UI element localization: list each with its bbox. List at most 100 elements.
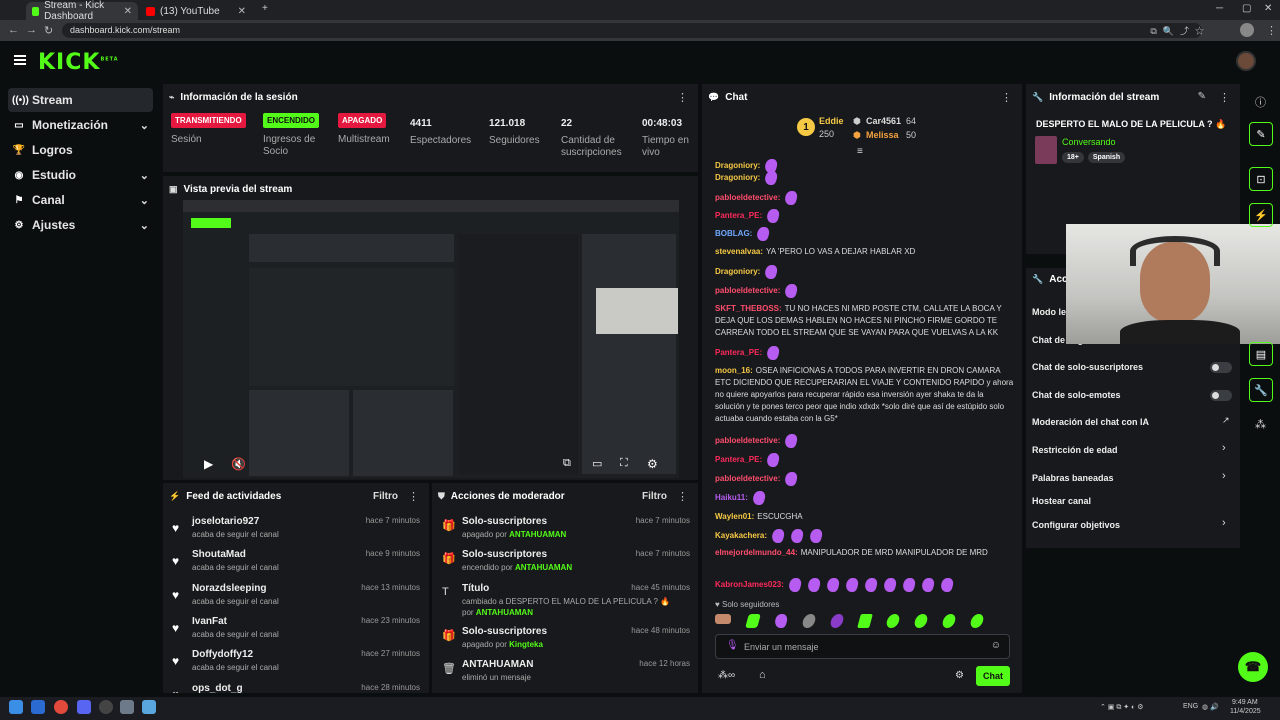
chrome-icon[interactable]: [54, 700, 68, 714]
mod-user[interactable]: ANTAHUAMAN: [476, 608, 533, 617]
sidebar-item-ajustes[interactable]: ⚙ Ajustes ⌄: [8, 213, 153, 237]
follower-name[interactable]: ops_dot_g: [192, 683, 243, 693]
telegram-icon[interactable]: [31, 700, 45, 714]
app-icon[interactable]: [120, 700, 134, 714]
filter-button[interactable]: Filtro: [642, 491, 667, 502]
infinity-icon[interactable]: ⁂∞: [718, 670, 735, 681]
reload-icon[interactable]: ↻: [44, 24, 53, 37]
chat-username[interactable]: pabloeldetective:: [715, 436, 780, 445]
kick-logo[interactable]: KICKBETA: [38, 50, 119, 75]
follower-name[interactable]: IvanFat: [192, 616, 227, 627]
maximize-icon[interactable]: ▢: [1242, 3, 1251, 14]
stream-video[interactable]: [183, 200, 679, 478]
chat-username[interactable]: SKFT_THEBOSS:: [715, 304, 782, 313]
settings-icon[interactable]: ⚙: [647, 457, 658, 471]
external-link-icon[interactable]: ↗: [1222, 415, 1230, 426]
chat-username[interactable]: pabloeldetective:: [715, 193, 780, 202]
chat-username[interactable]: Dragoniory:: [715, 267, 760, 276]
support-chat-button[interactable]: ☎: [1238, 652, 1268, 682]
capture-rail-button[interactable]: ⊡: [1249, 167, 1273, 191]
emotes-only-toggle[interactable]: [1210, 390, 1232, 401]
subscribers-only-row[interactable]: Chat de solo-suscriptores: [1032, 362, 1143, 372]
obs-icon[interactable]: [99, 700, 113, 714]
follower-name[interactable]: Norazdsleeping: [192, 583, 266, 594]
browser-profile-icon[interactable]: [1240, 23, 1254, 37]
close-icon[interactable]: ✕: [124, 6, 132, 17]
chat-input[interactable]: [744, 640, 984, 654]
top-gifter-name[interactable]: Eddie: [819, 116, 844, 126]
edit-rail-button[interactable]: ✎: [1249, 122, 1273, 146]
mod-user[interactable]: ANTAHUAMAN: [515, 563, 572, 572]
kebab-menu-icon[interactable]: ⋮: [1219, 91, 1230, 104]
clock-time[interactable]: 9:49 AM: [1232, 699, 1258, 706]
tab-youtube[interactable]: (13) YouTube ✕: [140, 2, 252, 20]
host-channel-row[interactable]: Hostear canal: [1032, 496, 1091, 506]
emote-icon[interactable]: [941, 614, 957, 628]
mute-icon[interactable]: 🔇: [231, 457, 246, 471]
chat-username[interactable]: Pantera_PE:: [715, 455, 762, 464]
chat-username[interactable]: Haiku11:: [715, 493, 748, 502]
kebab-menu-icon[interactable]: ⋮: [677, 91, 688, 104]
kebab-menu-icon[interactable]: ⋮: [1001, 91, 1012, 104]
sidebar-item-estudio[interactable]: ◉ Estudio ⌄: [8, 163, 153, 187]
chat-username[interactable]: Dragoniory:: [715, 173, 760, 182]
emoji-icon[interactable]: ☺: [991, 640, 1001, 651]
tag[interactable]: Spanish: [1087, 152, 1126, 163]
emote-icon[interactable]: [913, 614, 929, 628]
close-icon[interactable]: ✕: [238, 6, 246, 17]
info-icon[interactable]: ⓘ: [1255, 94, 1266, 110]
chat-username[interactable]: moon_16:: [715, 366, 753, 375]
chat-username[interactable]: Pantera_PE:: [715, 211, 762, 220]
tab-kick-dashboard[interactable]: Stream - Kick Dashboard ✕: [26, 0, 138, 22]
clock-date[interactable]: 11/4/2025: [1230, 708, 1261, 715]
app-icon[interactable]: [142, 700, 156, 714]
browser-menu-icon[interactable]: ⋮: [1266, 24, 1277, 37]
mod-user[interactable]: ANTAHUAMAN: [509, 530, 566, 539]
filter-button[interactable]: Filtro: [373, 491, 398, 502]
chat-username[interactable]: stevenalvaa:: [715, 247, 763, 256]
chat-settings-icon[interactable]: ⚙: [955, 670, 964, 681]
emote-icon[interactable]: [829, 614, 845, 628]
send-chat-button[interactable]: Chat: [976, 666, 1010, 686]
microphone-icon[interactable]: 🎙: [726, 640, 739, 651]
follower-name[interactable]: Doffydoffy12: [192, 649, 253, 660]
follower-name[interactable]: joselotario927: [192, 516, 259, 527]
chat-username[interactable]: Pantera_PE:: [715, 348, 762, 357]
sidebar-item-monetizacion[interactable]: ▭ Monetización ⌄: [8, 113, 153, 137]
user-avatar[interactable]: [1236, 51, 1256, 71]
sidebar-item-logros[interactable]: 🏆 Logros: [8, 138, 153, 162]
kebab-menu-icon[interactable]: ⋮: [408, 490, 419, 503]
emote-icon[interactable]: [885, 614, 901, 628]
configure-goals-row[interactable]: Configurar objetivos: [1032, 520, 1120, 530]
mod-user[interactable]: Kingteka: [509, 640, 543, 649]
emote-icon[interactable]: [801, 614, 817, 628]
network-icon[interactable]: ◍ 🔊: [1202, 703, 1219, 711]
age-restriction-row[interactable]: Restricción de edad: [1032, 445, 1118, 455]
pip-icon[interactable]: ⧉: [563, 457, 571, 470]
sidebar-item-stream[interactable]: ((•)) Stream: [8, 88, 153, 112]
top-gifter-name[interactable]: Car4561: [866, 116, 901, 126]
layout-rail-button[interactable]: ▤: [1249, 342, 1273, 366]
chat-username[interactable]: pabloeldetective:: [715, 286, 780, 295]
emote-icon[interactable]: [969, 614, 985, 628]
emote-icon[interactable]: [857, 614, 873, 628]
chat-username[interactable]: Kayakachera:: [715, 531, 767, 540]
tag[interactable]: 18+: [1062, 152, 1084, 163]
hamburger-menu-icon[interactable]: [14, 55, 26, 65]
windows-start-icon[interactable]: [9, 700, 23, 714]
system-tray-icons[interactable]: ⌃ ▣ ⧉ ✦ ◐ ⚙: [1100, 703, 1144, 712]
edit-icon[interactable]: ✎: [1198, 91, 1206, 102]
url-field[interactable]: dashboard.kick.com/stream: [62, 23, 1202, 38]
window-close-icon[interactable]: ✕: [1264, 3, 1272, 14]
minimize-icon[interactable]: ─: [1216, 3, 1223, 14]
forward-icon[interactable]: →: [26, 24, 37, 36]
kebab-menu-icon[interactable]: ⋮: [677, 490, 688, 503]
top-gifter-name[interactable]: Melissa: [866, 130, 899, 140]
collapse-icon[interactable]: ≡: [857, 146, 863, 157]
banned-words-row[interactable]: Palabras baneadas: [1032, 473, 1114, 483]
emotes-only-row[interactable]: Chat de solo-emotes: [1032, 390, 1121, 400]
wrench-rail-button[interactable]: 🔧: [1249, 378, 1273, 402]
url-actions-icon[interactable]: ⧉🔍⤴☆: [1150, 24, 1210, 37]
category-name[interactable]: Conversando: [1062, 137, 1116, 147]
language-indicator[interactable]: ENG: [1183, 703, 1198, 710]
